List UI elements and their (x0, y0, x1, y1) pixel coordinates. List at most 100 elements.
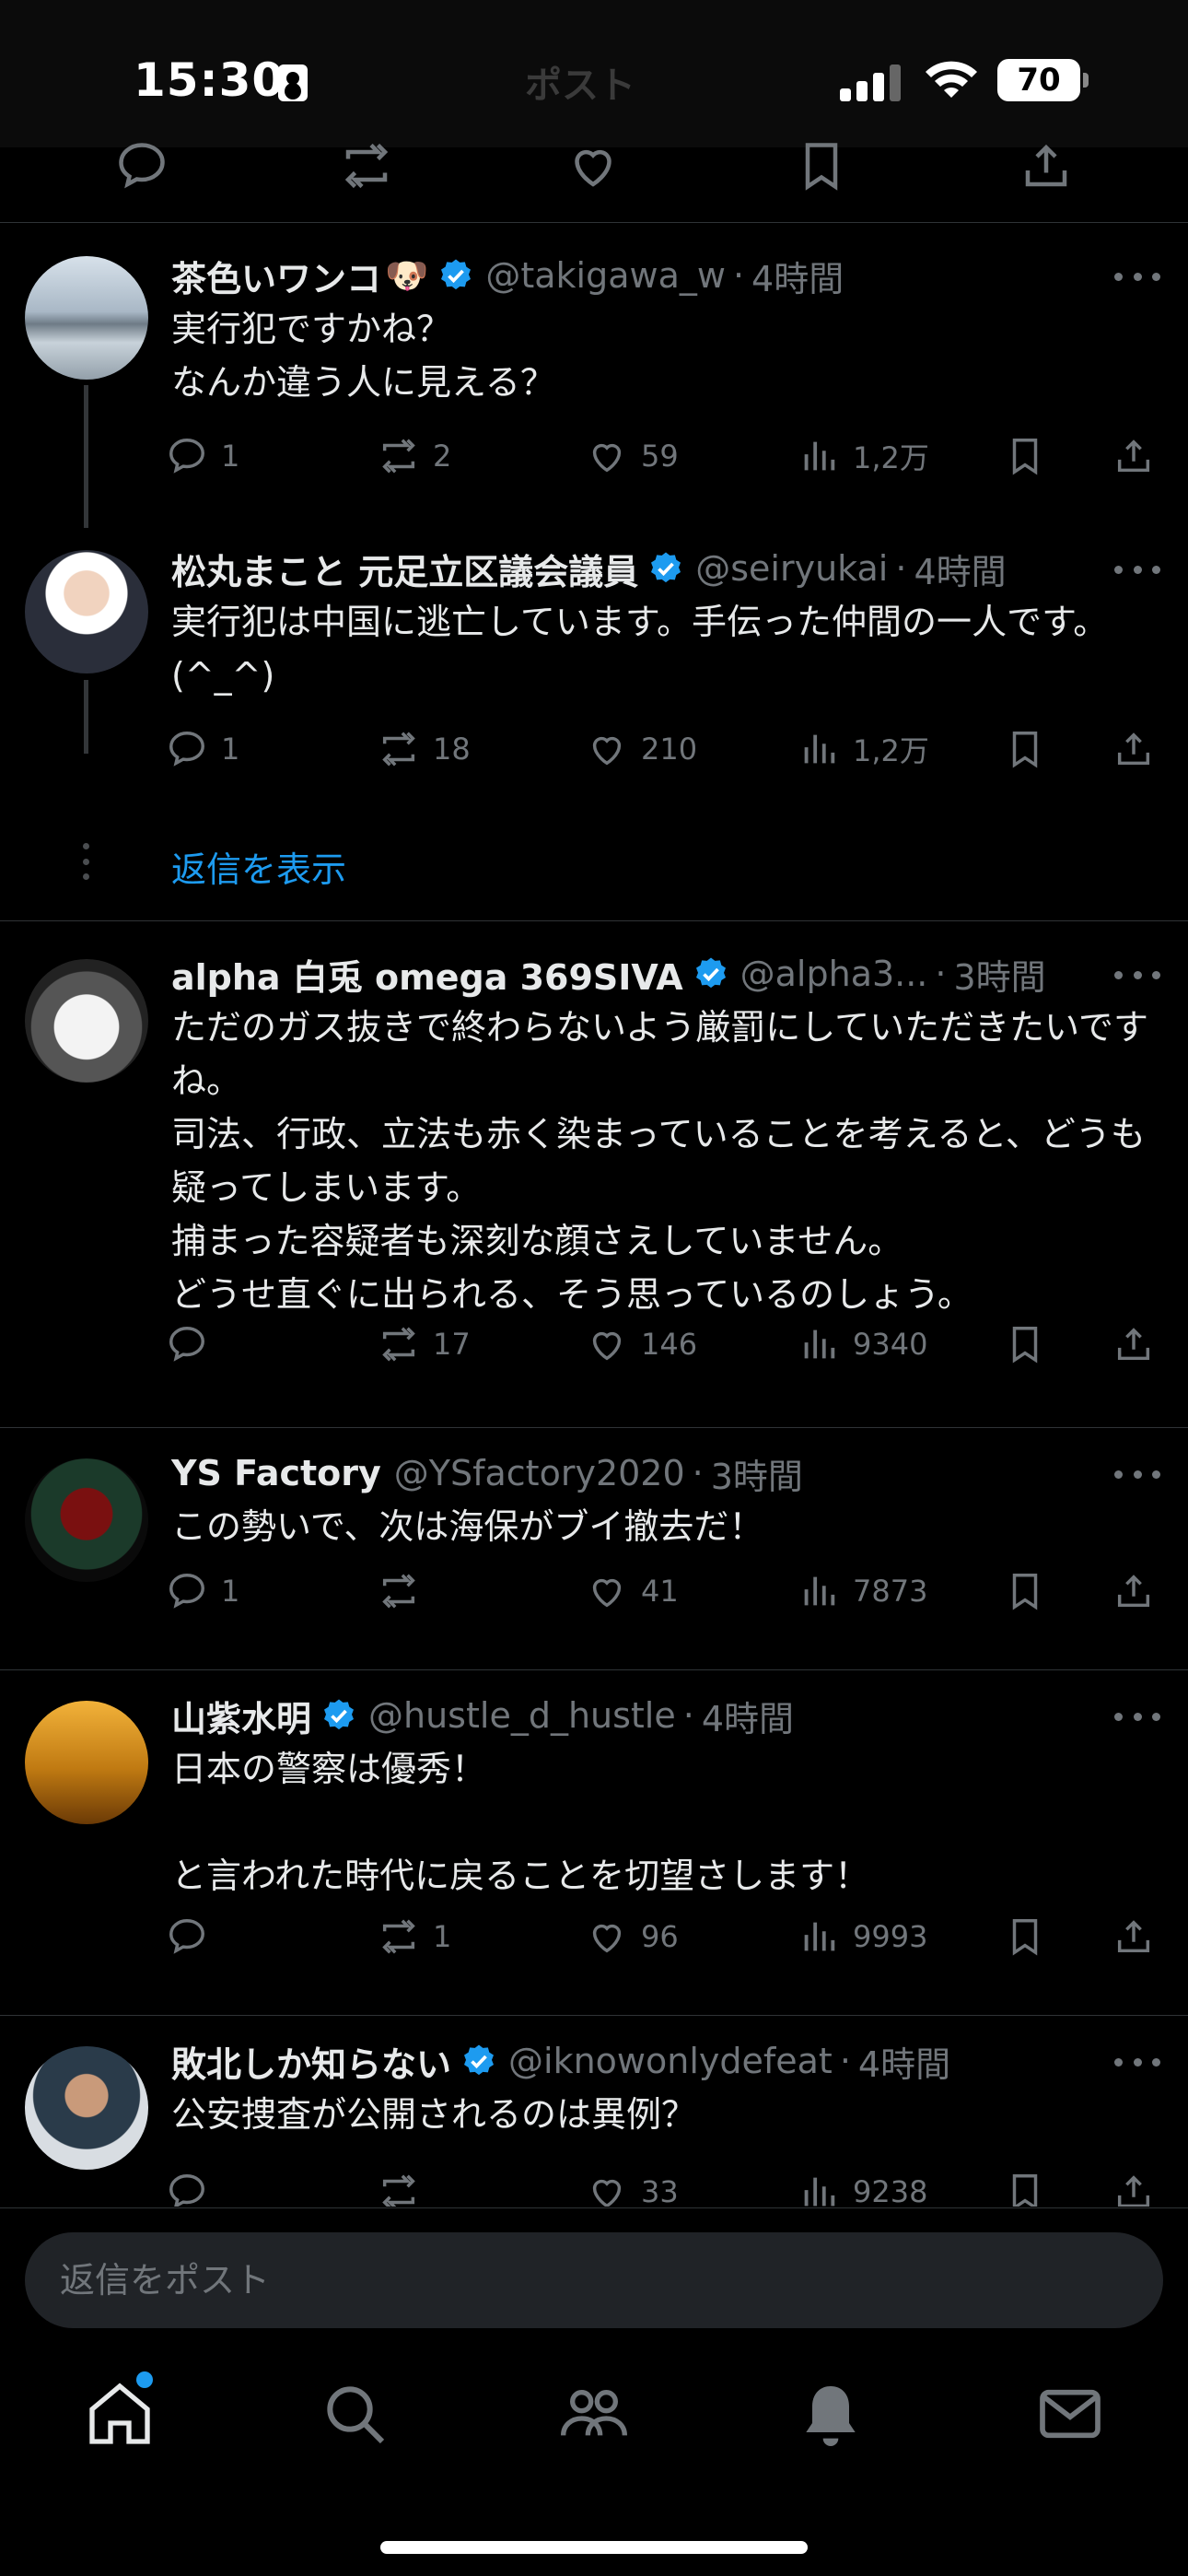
repost-button[interactable]: 2 (378, 428, 451, 484)
bookmark-button[interactable] (1004, 721, 1046, 777)
author-handle[interactable]: @alpha3... (740, 954, 928, 994)
post-time[interactable]: 3時間 (711, 1448, 803, 1499)
share-button[interactable] (1112, 1563, 1155, 1619)
reply-icon[interactable] (114, 138, 169, 193)
views-icon (804, 1922, 835, 1951)
post-header: 松丸まこと 元足立区議会議員 @seiryukai · 4時間 (171, 541, 1007, 596)
wifi-icon (926, 61, 977, 98)
author-name[interactable]: YS Factory (171, 1453, 381, 1493)
tab-home[interactable] (83, 2377, 157, 2451)
reply-post[interactable]: 山紫水明 @hustle_d_hustle · 4時間 日本の警察は優秀！ と言… (0, 1671, 1188, 2016)
reply-icon (169, 732, 204, 767)
bookmark-button[interactable] (1004, 2164, 1046, 2207)
like-button[interactable]: 33 (586, 2164, 679, 2207)
repost-button[interactable]: 17 (378, 1317, 471, 1372)
avatar[interactable] (25, 959, 148, 1083)
post-header: alpha 白兎 omega 369SIVA @alpha3... · 3時間 (171, 946, 1046, 1001)
author-handle[interactable]: @takigawa_w (485, 255, 726, 296)
reply-input[interactable] (25, 2232, 1163, 2328)
reply-button[interactable] (166, 1317, 221, 1372)
repost-button[interactable] (378, 1563, 433, 1619)
share-button[interactable] (1112, 721, 1155, 777)
share-button[interactable] (1112, 2164, 1155, 2207)
views-button[interactable]: 9238 (798, 2164, 927, 2207)
share-button[interactable] (1112, 1909, 1155, 1964)
like-button[interactable]: 210 (586, 721, 697, 777)
bookmark-button[interactable] (1004, 428, 1046, 484)
reply-button[interactable] (166, 2164, 221, 2207)
like-icon[interactable] (565, 138, 621, 193)
views-button[interactable]: 1,2万 (798, 428, 929, 484)
avatar[interactable] (25, 550, 148, 673)
bookmark-button[interactable] (1004, 1909, 1046, 1964)
share-icon[interactable] (1019, 138, 1074, 193)
author-handle[interactable]: @seiryukai (695, 548, 888, 589)
replies-feed[interactable]: 茶色いワンコ 🐶 @takigawa_w · 4時間 実行犯ですかね？ なんか違… (0, 224, 1188, 2207)
repost-button[interactable] (378, 2164, 433, 2207)
reply-post[interactable]: 敗北しか知らない @iknowonlydefeat · 4時間 公安捜査が公開さ… (0, 2017, 1188, 2207)
reply-button[interactable]: 1 (166, 1563, 239, 1619)
avatar[interactable] (25, 2046, 148, 2170)
author-name[interactable]: 敗北しか知らない (171, 2036, 451, 2087)
tab-search[interactable] (318, 2377, 391, 2451)
repost-icon (382, 439, 415, 474)
more-options-icon[interactable] (1114, 270, 1160, 283)
post-time[interactable]: 4時間 (702, 1691, 794, 1741)
author-name[interactable]: alpha 白兎 omega 369SIVA (171, 949, 683, 1000)
bookmark-button[interactable] (1004, 1317, 1046, 1372)
like-button[interactable]: 59 (586, 428, 679, 484)
author-handle[interactable]: @iknowonlydefeat (508, 2041, 833, 2081)
tab-communities[interactable] (557, 2377, 631, 2451)
reply-post[interactable]: YS Factory @YSfactory2020 · 3時間 この勢いで、次は… (0, 1429, 1188, 1670)
tab-notifications[interactable] (794, 2377, 868, 2451)
like-icon (592, 443, 622, 473)
views-button[interactable]: 1,2万 (798, 721, 929, 777)
like-button[interactable]: 41 (586, 1563, 679, 1619)
avatar[interactable] (25, 256, 148, 380)
bookmark-icon[interactable] (794, 138, 849, 193)
more-options-icon[interactable] (1114, 1710, 1160, 1723)
reply-button[interactable]: 1 (166, 428, 239, 484)
author-name[interactable]: 茶色いワンコ (171, 251, 381, 301)
reply-post[interactable]: 松丸まこと 元足立区議会議員 @seiryukai · 4時間 実行犯は中国に逃… (0, 528, 1188, 832)
avatar[interactable] (25, 1458, 148, 1582)
post-time[interactable]: 4時間 (751, 251, 844, 301)
reply-post[interactable]: alpha 白兎 omega 369SIVA @alpha3... · 3時間 … (0, 922, 1188, 1428)
more-options-icon[interactable] (1114, 563, 1160, 576)
share-icon (1117, 732, 1150, 766)
views-button[interactable]: 7873 (798, 1563, 927, 1619)
author-name[interactable]: 松丸まこと 元足立区議会議員 (171, 544, 638, 594)
more-options-icon[interactable] (1114, 1468, 1160, 1481)
reply-button[interactable] (166, 1909, 221, 1964)
repost-icon[interactable] (339, 138, 394, 193)
more-options-icon[interactable] (1114, 968, 1160, 981)
post-time[interactable]: 4時間 (914, 544, 1006, 594)
like-button[interactable]: 146 (586, 1317, 697, 1372)
post-header: 敗北しか知らない @iknowonlydefeat · 4時間 (171, 2033, 950, 2089)
home-indicator (380, 2541, 808, 2554)
post-time[interactable]: 3時間 (953, 949, 1045, 1000)
communities-icon (561, 2390, 627, 2436)
reply-button[interactable]: 1 (166, 721, 239, 777)
share-icon (1117, 1575, 1150, 1608)
author-handle[interactable]: @YSfactory2020 (394, 1453, 685, 1493)
share-button[interactable] (1112, 1317, 1155, 1372)
share-button[interactable] (1112, 428, 1155, 484)
repost-button[interactable]: 18 (378, 721, 471, 777)
repost-button[interactable]: 1 (378, 1909, 451, 1964)
reply-post[interactable]: 茶色いワンコ 🐶 @takigawa_w · 4時間 実行犯ですかね？ なんか違… (0, 224, 1188, 528)
repost-count: 17 (433, 1327, 471, 1362)
show-replies-link[interactable]: 返信を表示 (171, 841, 346, 892)
tab-messages[interactable] (1033, 2377, 1107, 2451)
post-header: 茶色いワンコ 🐶 @takigawa_w · 4時間 (171, 248, 844, 303)
bookmark-button[interactable] (1004, 1563, 1046, 1619)
post-time[interactable]: 4時間 (858, 2036, 950, 2087)
avatar[interactable] (25, 1701, 148, 1824)
views-button[interactable]: 9340 (798, 1317, 927, 1372)
more-options-icon[interactable] (1114, 2055, 1160, 2068)
author-handle[interactable]: @hustle_d_hustle (368, 1695, 676, 1736)
like-button[interactable]: 96 (586, 1909, 679, 1964)
views-button[interactable]: 9993 (798, 1909, 927, 1964)
author-name[interactable]: 山紫水明 (171, 1691, 311, 1741)
show-replies-row[interactable]: 返信を表示 (0, 832, 1188, 921)
